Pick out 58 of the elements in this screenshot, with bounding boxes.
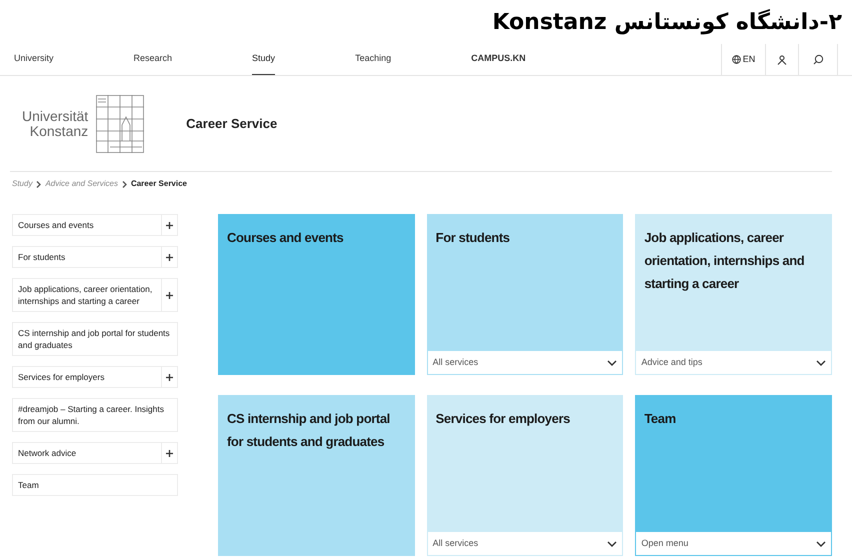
breadcrumb-link[interactable]: Advice and Services [45,178,118,190]
plus-icon [166,450,173,456]
chevron-down-icon [607,360,618,366]
nav-tab[interactable]: CAMPUS.KN [471,44,526,75]
breadcrumb-link[interactable]: Study [12,178,32,190]
sidebar-label: For students [17,251,66,264]
sidebar-label: Network advice [17,447,78,460]
logo-drawing [96,94,144,152]
sidebar-item[interactable]: #dreamjob – Starting a career. Insights from our alumni. [12,398,178,432]
chevron-right-icon [122,180,127,188]
service-tile[interactable]: Services for employers All services [426,395,624,556]
plus-icon [166,254,173,260]
sidebar-item[interactable]: Services for employers [12,366,178,388]
sidebar-item[interactable]: For students [12,246,178,268]
sidebar-label: Job applications, career orientation, internships and starting a career [17,283,154,308]
services-dropdown[interactable]: Open menu [636,532,831,555]
document-title: ۲-دانشگاه کونستانس Konstanz [492,8,842,36]
chevron-right-icon [36,180,42,188]
chevron-down-icon [607,540,618,546]
services-dropdown[interactable]: All services [428,351,622,374]
services-dropdown[interactable]: Advice and tips [636,351,831,374]
sidebar-item[interactable]: Network advice [12,442,178,464]
user-icon [777,54,787,64]
plus-icon [166,374,173,380]
globe-icon [732,55,741,64]
service-tile[interactable]: Job applications, career orientation, internships and starting a career Advice and tips [635,214,832,375]
nav-tab[interactable]: Study [252,44,276,75]
sidebar-item[interactable]: Team [12,474,178,496]
service-tile[interactable]: For students All services [426,214,624,375]
logo-text: Konstanz [30,124,88,138]
sidebar-item[interactable]: Job applications, career orientation, internships and starting a career [12,278,178,312]
nav-tab[interactable]: University [14,44,54,75]
chevron-down-icon [816,540,826,546]
sidebar-item[interactable]: Courses and events [12,214,178,236]
services-dropdown[interactable]: All services [428,532,622,555]
service-tile[interactable]: CS internship and job portal for students and graduates [218,395,415,556]
sidebar-label: Services for employers [17,371,106,384]
sidebar-item[interactable]: CS internship and job portal for students and graduates [12,322,178,356]
language-button[interactable]: EN [721,44,765,75]
service-tile[interactable]: Courses and events [218,214,415,375]
logo-text: Universität [22,108,88,124]
nav-tab[interactable]: Teaching [355,44,392,75]
tile-title: Services for employers [436,410,571,428]
tile-title: Courses and events [227,229,344,247]
search-button[interactable] [798,44,838,75]
plus-icon [166,222,173,228]
tile-title: Team [644,410,677,428]
plus-icon [166,292,173,298]
nav-tab[interactable]: Research [134,44,172,75]
tile-title: CS internship and job portal for students and graduates [227,410,391,451]
tile-title: For students [436,229,511,247]
service-tile[interactable]: Team Open menu [635,395,832,556]
page-title: Career Service [186,114,278,133]
tile-title: Job applications, career orientation, internships and starting a career [644,229,806,293]
breadcrumb-link[interactable]: Career Service [130,178,187,190]
chevron-down-icon [816,360,826,366]
sidebar-label: Courses and events [17,219,95,232]
search-icon [812,54,824,65]
